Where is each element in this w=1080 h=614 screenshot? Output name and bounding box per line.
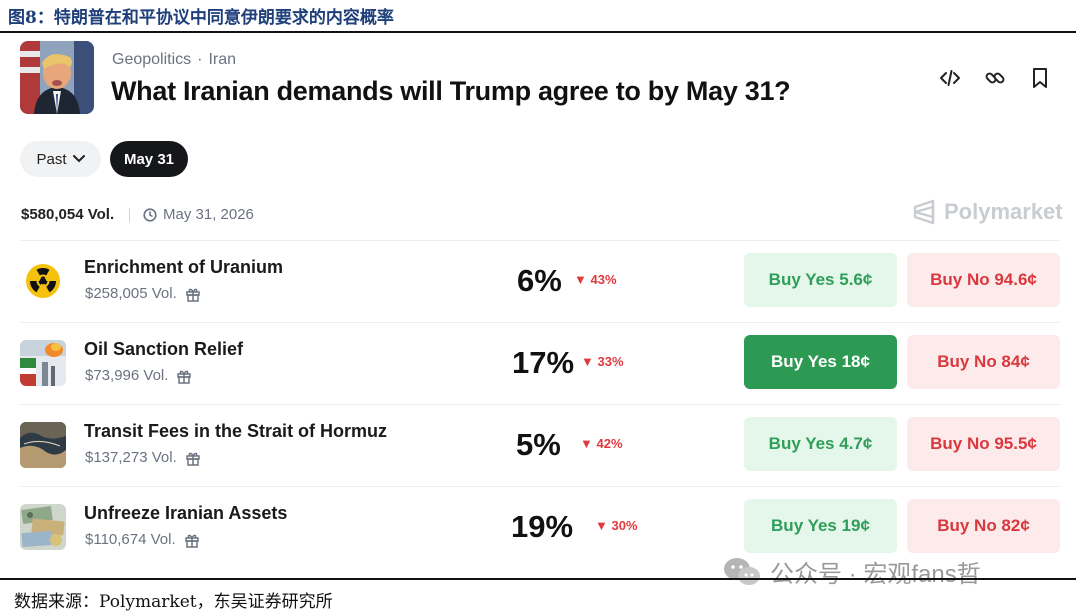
outcome-volume-text: $73,996 Vol. [85,367,169,384]
embed-code-icon[interactable] [938,66,962,90]
date-filter-selected[interactable]: May 31 [110,141,188,177]
outcome-probability: 6% [517,263,562,298]
outcome-name: Unfreeze Iranian Assets [84,503,288,523]
meta-divider [129,208,130,222]
figure-caption: 图8：特朗普在和平协议中同意伊朗要求的内容概率 [8,8,394,28]
total-volume: $580,054 Vol. [21,206,115,223]
buy-no-button[interactable]: Buy No 84¢ [907,335,1060,389]
breadcrumb: Geopolitics · Iran [112,51,242,69]
outcome-volume: $137,273 Vol. [85,449,201,466]
outcome-volume: $110,674 Vol. [85,531,200,548]
gift-icon[interactable] [176,368,192,384]
down-triangle-icon: ▼ [581,354,598,369]
breadcrumb-tag[interactable]: Iran [208,51,236,68]
outcome-row-hormuz: Transit Fees in the Strait of Hormuz $13… [20,405,1060,487]
outcome-change: ▼ 30% [595,518,638,533]
buy-yes-button[interactable]: Buy Yes 4.7¢ [744,417,897,471]
market-title: What Iranian demands will Trump agree to… [111,76,791,106]
clock-icon [143,207,157,222]
outcome-change-value: 43% [590,272,617,287]
brand-name: Polymarket [944,199,1063,224]
buy-no-button[interactable]: Buy No 82¢ [907,499,1060,553]
outcome-change: ▼ 33% [581,354,624,369]
strait-map-thumbnail [20,422,66,468]
outcome-probability: 17% [512,345,575,380]
polymarket-logo: Polymarket [912,199,1063,225]
buy-no-button[interactable]: Buy No 95.5¢ [907,417,1060,471]
past-dropdown[interactable]: Past [20,141,101,177]
buy-yes-button[interactable]: Buy Yes 19¢ [744,499,897,553]
breadcrumb-separator: · [197,51,203,68]
down-triangle-icon: ▼ [595,518,612,533]
watermark-text: 公众号 · 宏观fans哲 [770,561,981,588]
end-date: May 31, 2026 [143,206,254,223]
outcome-volume-text: $137,273 Vol. [85,449,177,466]
outcome-row-enrichment: Enrichment of Uranium $258,005 Vol. 6% ▼… [20,241,1060,323]
outcome-change-value: 30% [611,518,638,533]
outcome-name: Enrichment of Uranium [84,257,284,277]
outcome-change: ▼ 42% [580,436,623,451]
buy-yes-button[interactable]: Buy Yes 5.6¢ [744,253,897,307]
oil-refinery-thumbnail [20,340,66,386]
past-label: Past [36,150,67,168]
link-icon[interactable] [983,66,1007,90]
gift-icon[interactable] [184,532,200,548]
chevron-down-icon [72,155,85,163]
top-rule [0,31,1076,33]
figure-source: 数据来源：Polymarket，东吴证券研究所 [14,592,333,612]
watermark: 公众号 · 宏观fans哲 [722,554,981,589]
bottom-rule [0,578,1076,580]
outcome-change-value: 42% [596,436,623,451]
end-date-text: May 31, 2026 [163,206,254,223]
bookmark-icon[interactable] [1028,66,1052,90]
outcome-name: Transit Fees in the Strait of Hormuz [84,421,388,441]
outcome-change: ▼ 43% [574,272,617,287]
breadcrumb-category[interactable]: Geopolitics [112,51,191,68]
buy-yes-button[interactable]: Buy Yes 18¢ [744,335,897,389]
buy-no-button[interactable]: Buy No 94.6¢ [907,253,1060,307]
outcome-change-value: 33% [597,354,624,369]
money-thumbnail [20,504,66,550]
wechat-icon [724,557,760,585]
down-triangle-icon: ▼ [574,272,591,287]
outcome-volume: $73,996 Vol. [85,367,192,384]
gift-icon[interactable] [185,450,201,466]
outcome-probability: 19% [511,509,574,544]
gift-icon[interactable] [185,286,201,302]
outcome-volume-text: $258,005 Vol. [85,285,177,302]
outcome-probability: 5% [516,427,561,462]
radiation-icon [20,258,66,304]
polymarket-icon [913,199,935,225]
down-triangle-icon: ▼ [580,436,597,451]
outcome-row-oil-sanction: Oil Sanction Relief $73,996 Vol. 17% ▼ 3… [20,323,1060,405]
market-thumbnail [20,41,94,114]
outcome-name: Oil Sanction Relief [84,339,244,359]
outcome-volume: $258,005 Vol. [85,285,201,302]
outcome-volume-text: $110,674 Vol. [85,531,176,548]
